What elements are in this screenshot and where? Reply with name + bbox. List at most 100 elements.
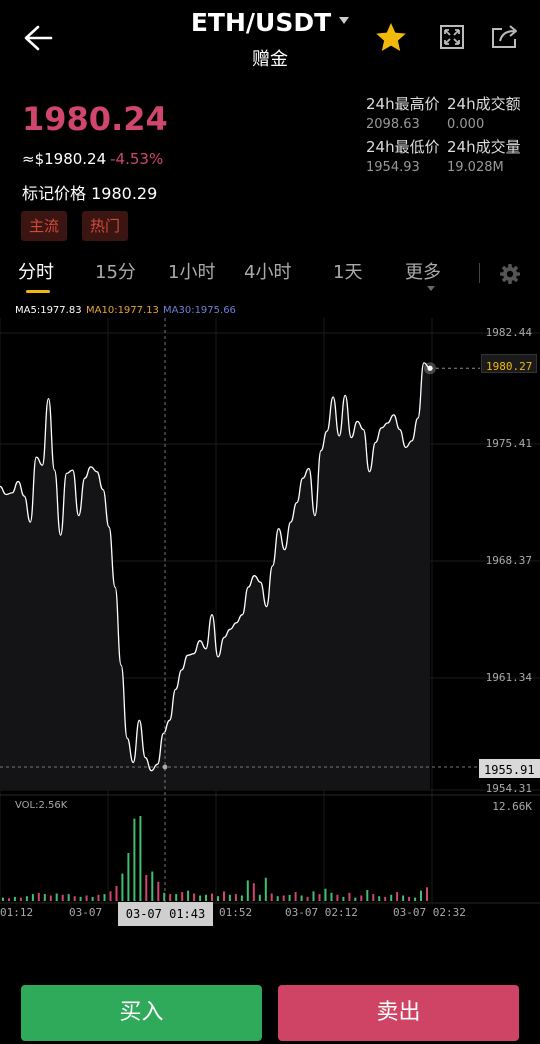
volume-bar [67, 894, 70, 901]
volume-bar [342, 896, 345, 901]
volume-bar [211, 893, 213, 901]
volume-bar [318, 894, 321, 901]
tab-more[interactable]: 更多 [405, 258, 441, 284]
usd-price-row: ≈$1980.24 -4.53% [22, 150, 163, 168]
sell-button[interactable]: 卖出 [278, 985, 519, 1041]
volume-bar [240, 895, 243, 901]
volume-bar [145, 875, 148, 901]
share-button[interactable] [490, 23, 520, 51]
volume-bar [31, 894, 34, 901]
turnover-24h-value: 0.000 [447, 117, 485, 132]
y-tick-2: 1968.37 [485, 554, 532, 567]
low-24h-value: 1954.93 [366, 160, 420, 175]
volume-bar [127, 853, 130, 901]
volume-24h-value: 19.028M [447, 160, 504, 175]
volume-bars [2, 816, 428, 901]
volume-bar [61, 894, 64, 901]
volume-bar [414, 897, 417, 901]
tag-mainstream[interactable]: 主流 [21, 211, 68, 241]
price-area-fill [0, 362, 430, 790]
tag-hot[interactable]: 热门 [82, 211, 129, 241]
volume-bar [151, 871, 154, 901]
volume-bar [408, 896, 411, 901]
high-24h-label: 24h最高价 [366, 95, 440, 113]
volume-bar [264, 877, 267, 901]
turnover-24h-label: 24h成交额 [447, 95, 521, 113]
volume-bar [246, 880, 249, 901]
high-24h-value: 2098.63 [366, 117, 420, 132]
volume-bar [175, 894, 178, 901]
mark-price-value: 1980.29 [91, 184, 158, 203]
current-price-value: 1980.27 [486, 360, 533, 373]
x-tick-1: 03-07 [69, 906, 103, 919]
usd-price: ≈$1980.24 [22, 150, 107, 168]
volume-bar [73, 896, 76, 901]
x-tick-3: 03-07 02:12 [285, 906, 358, 919]
price-area [0, 362, 430, 790]
volume-bar [13, 896, 16, 901]
tab-4h[interactable]: 4小时 [244, 258, 291, 284]
low-24h-label: 24h最低价 [366, 138, 440, 156]
volume-bar [300, 895, 303, 901]
volume-bar [109, 891, 112, 901]
volume-bar [324, 888, 327, 901]
volume-bar [258, 894, 261, 901]
active-tab-indicator [26, 290, 50, 293]
fullscreen-icon [440, 25, 464, 49]
current-price-tag: 1980.27 [481, 354, 538, 373]
crosshair-dot [162, 764, 168, 770]
mark-price-label: 标记价格 [22, 184, 87, 203]
volume-bar [103, 894, 106, 901]
chart-settings-button[interactable] [499, 263, 521, 285]
volume-bar [354, 897, 357, 901]
mark-price-row: 标记价格 1980.29 [22, 180, 157, 204]
volume-bar [193, 893, 196, 901]
volume-bar [157, 881, 160, 901]
buy-button[interactable]: 买入 [21, 985, 262, 1041]
volume-bar [133, 818, 136, 901]
tab-1h[interactable]: 1小时 [168, 258, 215, 284]
y-tick-0: 1982.44 [485, 326, 532, 339]
gear-icon [500, 264, 520, 284]
volume-bar [228, 894, 231, 901]
volume-bar [223, 891, 225, 901]
fullscreen-button[interactable] [439, 24, 465, 50]
volume-bar [348, 892, 351, 901]
volume-bar [330, 892, 333, 901]
crosshair-time-value: 03-07 01:43 [125, 907, 206, 921]
y-tick-3: 1961.34 [485, 671, 532, 684]
x-tick-2: 01:52 [219, 906, 253, 919]
x-tick-0: 01:12 [0, 906, 34, 919]
volume-label: VOL:2.56K [15, 800, 68, 811]
current-price-dot [427, 365, 433, 371]
tab-1d[interactable]: 1天 [333, 258, 362, 284]
volume-bar [181, 892, 184, 901]
volume-bar [37, 892, 40, 901]
volume-bar [139, 816, 142, 901]
volume-bar [8, 898, 10, 901]
favorite-button[interactable] [373, 20, 409, 56]
volume-bar [43, 894, 46, 901]
volume-bar [79, 896, 82, 901]
volume-bar [115, 885, 118, 901]
volume-bar [360, 895, 363, 901]
volume-bar [234, 894, 237, 901]
volume-bar [91, 896, 94, 901]
volume-bar [97, 894, 100, 901]
volume-bar [372, 894, 375, 901]
volume-bar [19, 897, 22, 901]
volume-bar [169, 894, 172, 901]
volume-bar [49, 895, 52, 901]
tab-15m[interactable]: 15分 [95, 258, 136, 284]
price-chart[interactable] [0, 318, 540, 928]
crosshair-time-tag: 03-07 01:43 [118, 902, 213, 926]
volume-bar [420, 890, 422, 901]
volume-bar [294, 892, 297, 901]
volume-bar [306, 896, 309, 901]
price-change-percent: -4.53% [110, 150, 164, 168]
tab-timeline[interactable]: 分时 [18, 258, 54, 284]
volume-bar [252, 883, 255, 901]
volume-bar [187, 890, 190, 901]
ma30-label: MA30:1975.66 [163, 305, 236, 316]
volume-bar [25, 896, 28, 901]
